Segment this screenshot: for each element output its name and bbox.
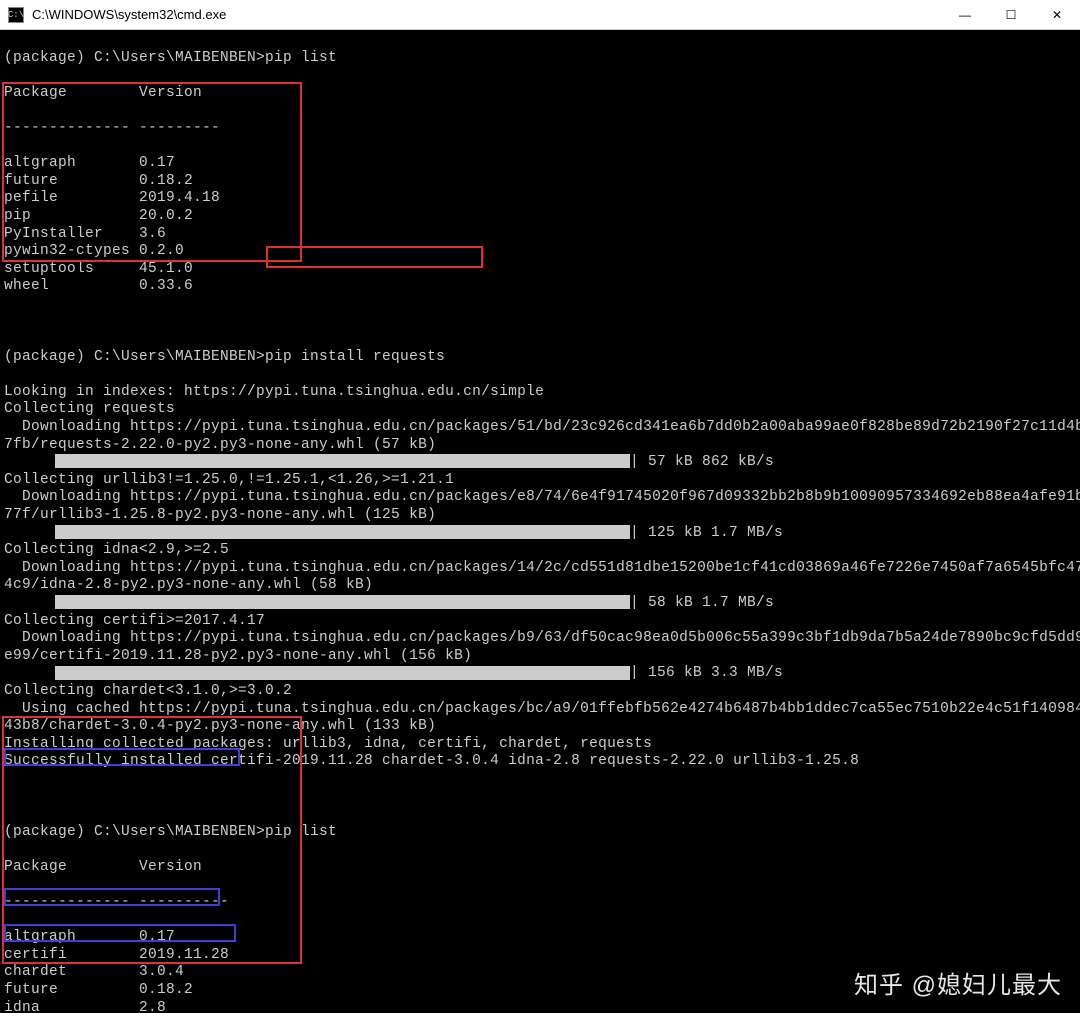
terminal-line: Downloading https://pypi.tuna.tsinghua.e… — [4, 630, 1076, 648]
window-title: C:\WINDOWS\system32\cmd.exe — [32, 7, 226, 22]
pip-list-rule: -------------- --------- — [4, 120, 1076, 138]
prompt-line: (package) C:\Users\MAIBENBEN>pip list — [4, 50, 1076, 68]
blank-line — [4, 314, 1076, 332]
window-titlebar: C:\ C:\WINDOWS\system32\cmd.exe — ☐ ✕ — [0, 0, 1080, 30]
terminal-line: wheel 0.33.6 — [4, 278, 1076, 296]
pip-list-header: Package Version — [4, 859, 1076, 877]
blank-line — [4, 789, 1076, 807]
terminal-line: | 57 kB 862 kB/s — [4, 454, 1076, 472]
terminal-line: Downloading https://pypi.tuna.tsinghua.e… — [4, 419, 1076, 437]
progress-bar — [55, 454, 630, 468]
minimize-button[interactable]: — — [942, 0, 988, 29]
terminal-line: Collecting idna<2.9,>=2.5 — [4, 542, 1076, 560]
pip-list-rule: -------------- ---------- — [4, 894, 1076, 912]
terminal-line: e99/certifi-2019.11.28-py2.py3-none-any.… — [4, 648, 1076, 666]
terminal-line: 43b8/chardet-3.0.4-py2.py3-none-any.whl … — [4, 718, 1076, 736]
terminal-line: | 125 kB 1.7 MB/s — [4, 525, 1076, 543]
terminal-line: idna 2.8 — [4, 1000, 1076, 1013]
terminal-line: 77f/urllib3-1.25.8-py2.py3-none-any.whl … — [4, 507, 1076, 525]
terminal-line: altgraph 0.17 — [4, 155, 1076, 173]
terminal-line: future 0.18.2 — [4, 173, 1076, 191]
terminal-line: pywin32-ctypes 0.2.0 — [4, 243, 1076, 261]
terminal-line: Downloading https://pypi.tuna.tsinghua.e… — [4, 489, 1076, 507]
terminal-line: Collecting certifi>=2017.4.17 — [4, 613, 1076, 631]
progress-bar — [55, 595, 630, 609]
prompt-line: (package) C:\Users\MAIBENBEN>pip list — [4, 824, 1076, 842]
maximize-button[interactable]: ☐ — [988, 0, 1034, 29]
terminal-line: altgraph 0.17 — [4, 929, 1076, 947]
close-button[interactable]: ✕ — [1034, 0, 1080, 29]
terminal-line: 7fb/requests-2.22.0-py2.py3-none-any.whl… — [4, 437, 1076, 455]
terminal-line: | 156 kB 3.3 MB/s — [4, 665, 1076, 683]
terminal-line: Looking in indexes: https://pypi.tuna.ts… — [4, 384, 1076, 402]
terminal-line: Installing collected packages: urllib3, … — [4, 736, 1076, 754]
terminal-line: Collecting chardet<3.1.0,>=3.0.2 — [4, 683, 1076, 701]
watermark: 知乎 @媳妇儿最大 — [854, 977, 1062, 995]
progress-bar — [55, 666, 630, 680]
pip-list-header: Package Version — [4, 85, 1076, 103]
terminal-line: pefile 2019.4.18 — [4, 190, 1076, 208]
progress-bar — [55, 525, 630, 539]
terminal-line: Successfully installed certifi-2019.11.2… — [4, 753, 1076, 771]
terminal-line: Downloading https://pypi.tuna.tsinghua.e… — [4, 560, 1076, 578]
prompt-line: (package) C:\Users\MAIBENBEN>pip install… — [4, 349, 1076, 367]
terminal-line: PyInstaller 3.6 — [4, 226, 1076, 244]
terminal-line: Using cached https://pypi.tuna.tsinghua.… — [4, 701, 1076, 719]
terminal-line: setuptools 45.1.0 — [4, 261, 1076, 279]
terminal-output[interactable]: (package) C:\Users\MAIBENBEN>pip list Pa… — [0, 30, 1080, 1013]
terminal-line: | 58 kB 1.7 MB/s — [4, 595, 1076, 613]
cmd-icon: C:\ — [8, 7, 24, 23]
terminal-line: certifi 2019.11.28 — [4, 947, 1076, 965]
terminal-line: pip 20.0.2 — [4, 208, 1076, 226]
terminal-line: Collecting urllib3!=1.25.0,!=1.25.1,<1.2… — [4, 472, 1076, 490]
terminal-line: 4c9/idna-2.8-py2.py3-none-any.whl (58 kB… — [4, 577, 1076, 595]
terminal-line: Collecting requests — [4, 401, 1076, 419]
